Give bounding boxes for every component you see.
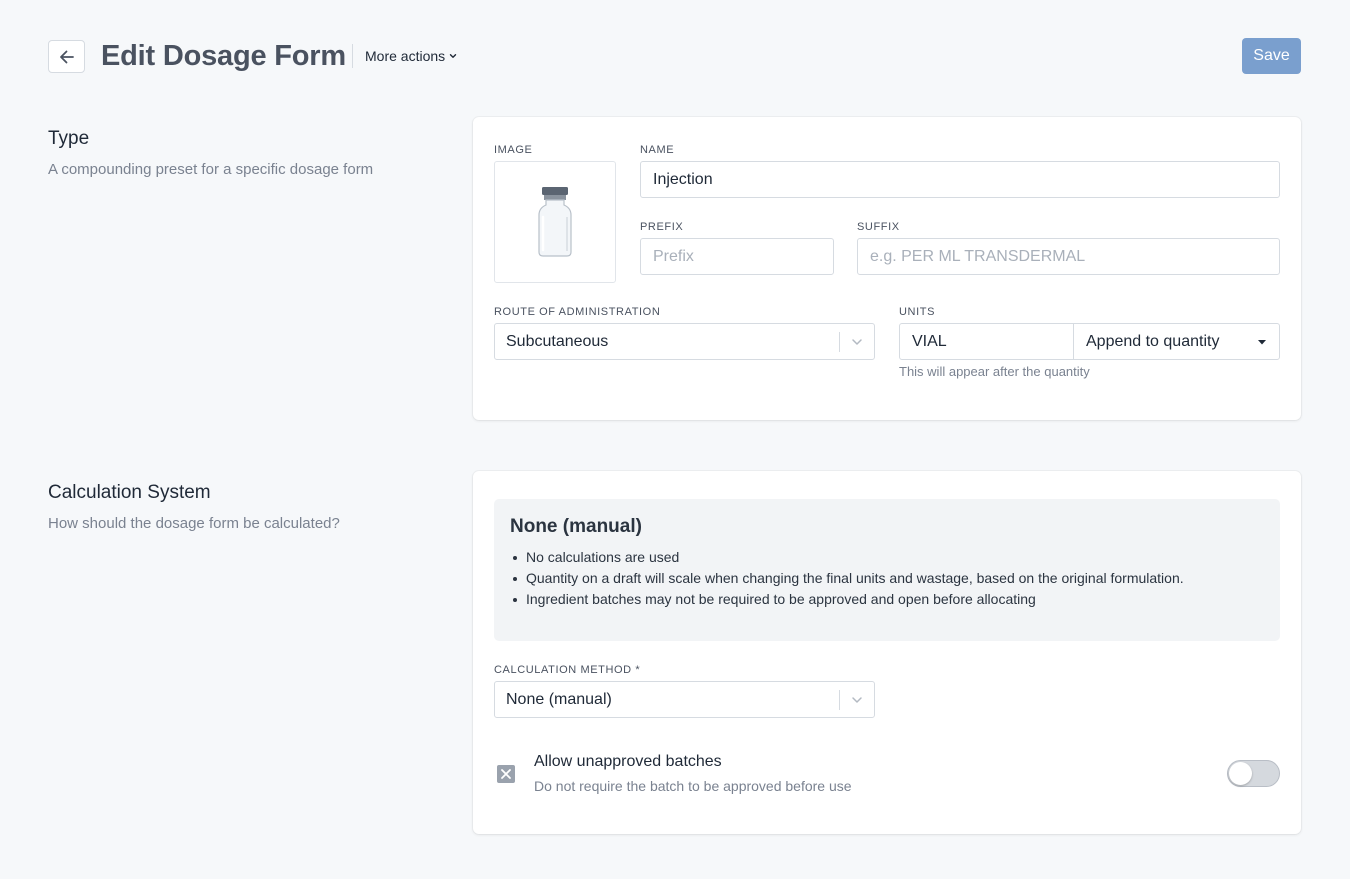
list-item: Ingredient batches may not be required t…: [510, 589, 1184, 610]
route-label: ROUTE OF ADMINISTRATION: [494, 306, 661, 318]
calc-method-select[interactable]: None (manual): [494, 681, 875, 718]
type-section-description: A compounding preset for a specific dosa…: [48, 161, 374, 178]
name-value: Injection: [653, 170, 713, 188]
suffix-label: SUFFIX: [857, 221, 900, 233]
prefix-field[interactable]: Prefix: [640, 238, 834, 275]
list-item: Quantity on a draft will scale when chan…: [510, 568, 1184, 589]
chevron-down-icon: [852, 338, 862, 345]
units-field[interactable]: VIAL: [899, 323, 1074, 360]
image-upload[interactable]: [494, 161, 616, 283]
more-actions-label: More actions: [365, 48, 446, 64]
calc-info-box: None (manual) No calculations are used Q…: [494, 499, 1280, 641]
page-title: Edit Dosage Form: [101, 40, 346, 72]
title-divider: [352, 44, 353, 68]
caret-down-icon: [1258, 339, 1266, 344]
route-select[interactable]: Subcutaneous: [494, 323, 875, 360]
list-item: No calculations are used: [510, 547, 1184, 568]
back-arrow-icon: [59, 50, 74, 63]
units-mode-value: Append to quantity: [1086, 332, 1220, 350]
back-button[interactable]: [48, 40, 85, 73]
vial-image: [538, 187, 572, 257]
calc-card: None (manual) No calculations are used Q…: [473, 471, 1301, 834]
chevron-down-icon: [852, 696, 862, 703]
save-button[interactable]: Save: [1242, 38, 1301, 74]
allow-unapproved-title: Allow unapproved batches: [534, 753, 722, 770]
calc-section-title: Calculation System: [48, 482, 211, 503]
prefix-placeholder: Prefix: [653, 247, 694, 265]
x-square-icon: [497, 765, 515, 783]
units-label: UNITS: [899, 306, 935, 318]
calc-section-description: How should the dosage form be calculated…: [48, 515, 340, 532]
route-value: Subcutaneous: [506, 332, 609, 350]
suffix-placeholder: e.g. PER ML TRANSDERMAL: [870, 247, 1086, 265]
name-field[interactable]: Injection: [640, 161, 1280, 198]
name-label: NAME: [640, 144, 675, 156]
units-value: VIAL: [912, 332, 947, 350]
calc-info-list: No calculations are used Quantity on a d…: [510, 547, 1184, 610]
image-label: IMAGE: [494, 144, 533, 156]
type-section-title: Type: [48, 128, 90, 149]
suffix-field[interactable]: e.g. PER ML TRANSDERMAL: [857, 238, 1280, 275]
calc-info-title: None (manual): [510, 516, 642, 537]
chevron-down-icon: [449, 54, 457, 58]
toggle-knob: [1229, 762, 1252, 785]
calc-method-label: CALCULATION METHOD *: [494, 664, 641, 676]
allow-unapproved-toggle[interactable]: [1227, 760, 1280, 787]
units-mode-select[interactable]: Append to quantity: [1073, 323, 1280, 360]
calc-method-value: None (manual): [506, 690, 612, 708]
units-helper-text: This will appear after the quantity: [899, 364, 1090, 379]
type-card: IMAGE NAME Injection PREFIX Prefix SUFFI…: [473, 117, 1301, 420]
more-actions-button[interactable]: More actions: [365, 46, 458, 66]
prefix-label: PREFIX: [640, 221, 684, 233]
allow-unapproved-description: Do not require the batch to be approved …: [534, 778, 852, 794]
